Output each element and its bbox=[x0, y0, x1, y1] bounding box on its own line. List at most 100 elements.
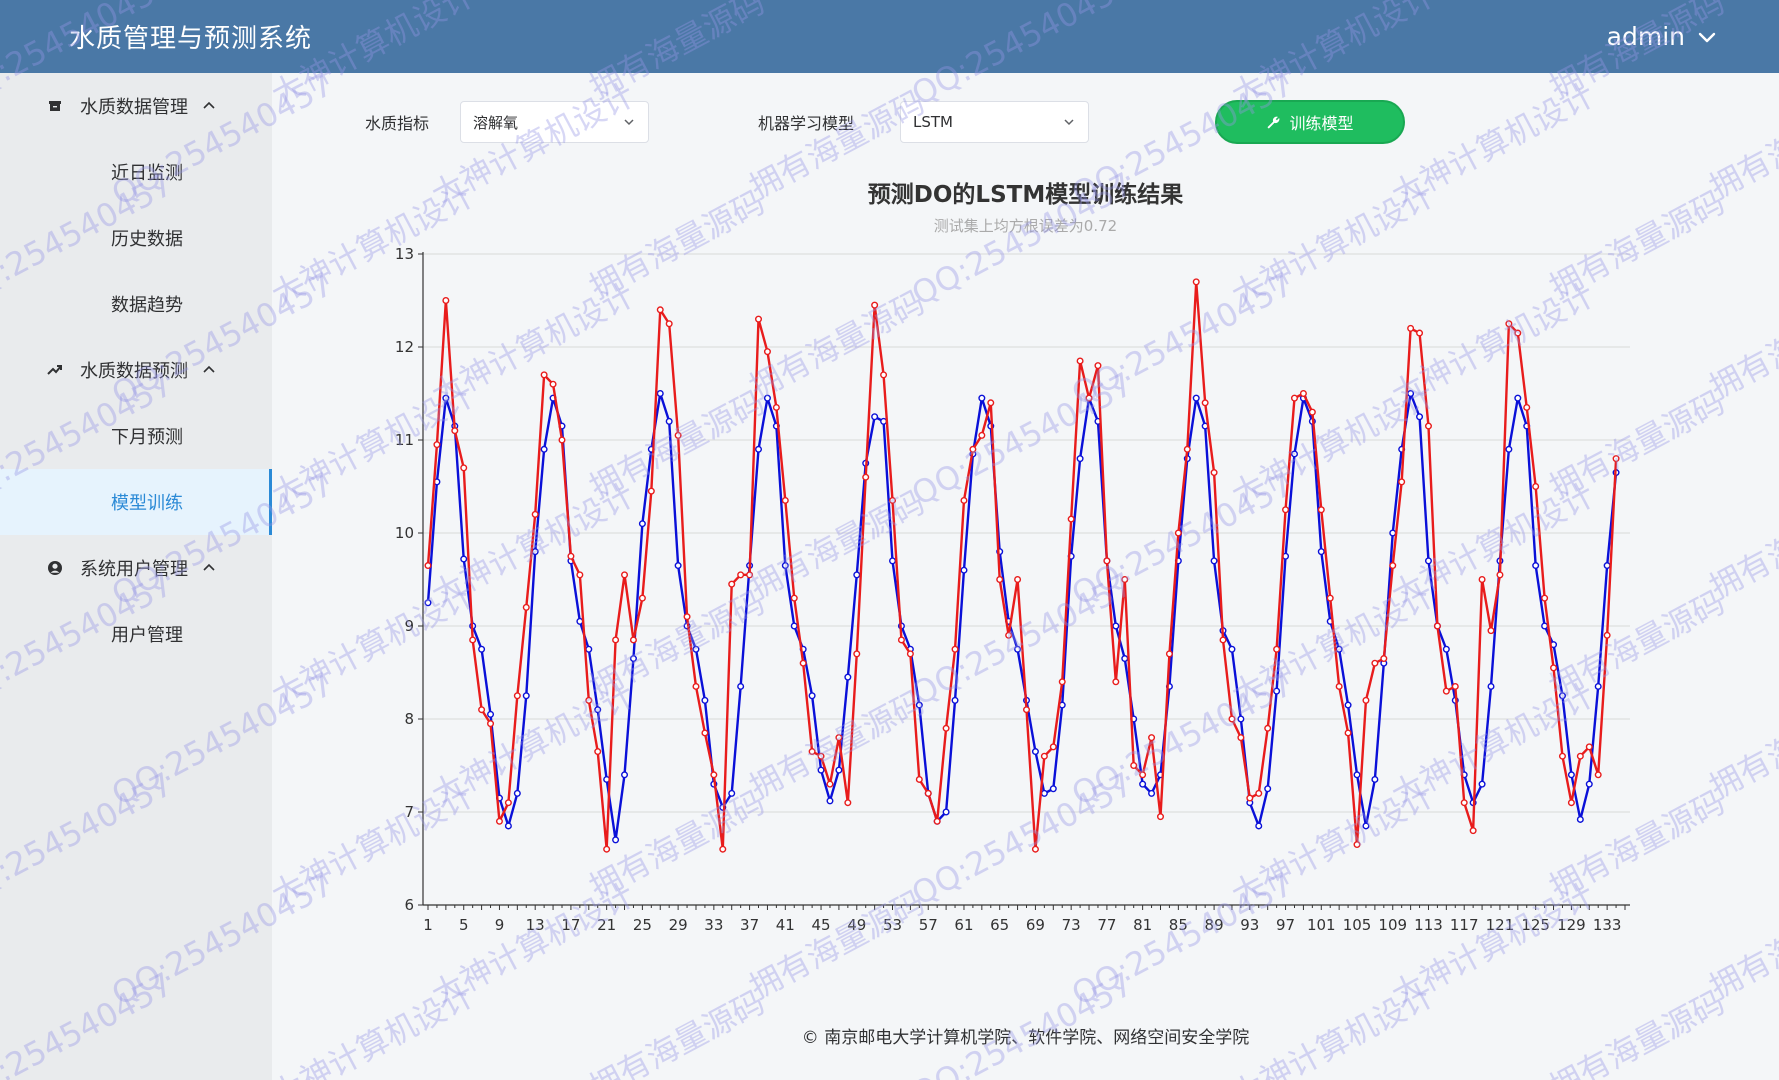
x-tick-label: 5 bbox=[459, 916, 469, 934]
y-tick-label: 6 bbox=[404, 896, 414, 914]
x-tick-label: 65 bbox=[990, 916, 1009, 934]
data-point bbox=[683, 613, 691, 621]
data-point bbox=[1014, 576, 1022, 584]
data-point bbox=[933, 817, 941, 825]
data-point bbox=[1407, 324, 1415, 332]
data-point bbox=[638, 594, 646, 602]
x-tick-label: 125 bbox=[1521, 916, 1550, 934]
data-point bbox=[656, 390, 664, 398]
chevron-up-icon bbox=[202, 363, 216, 377]
data-point bbox=[585, 645, 593, 653]
sidebar-item-users[interactable]: 用户管理 bbox=[0, 601, 272, 667]
data-point bbox=[1523, 403, 1531, 411]
archive-icon bbox=[46, 97, 64, 115]
data-point bbox=[674, 562, 682, 570]
data-point bbox=[728, 580, 736, 588]
data-point bbox=[1487, 682, 1495, 690]
data-point bbox=[1353, 841, 1361, 849]
data-point bbox=[594, 706, 602, 714]
data-point bbox=[585, 696, 593, 704]
x-tick-label: 25 bbox=[633, 916, 652, 934]
data-point bbox=[1416, 413, 1424, 421]
data-point bbox=[576, 617, 584, 625]
data-point bbox=[1290, 450, 1298, 458]
data-point bbox=[871, 301, 879, 309]
sidebar-item-recent-monitoring[interactable]: 近日监测 bbox=[0, 139, 272, 205]
data-point bbox=[960, 566, 968, 574]
sidebar-group-label: 水质数据预测 bbox=[80, 361, 188, 382]
data-point bbox=[1594, 682, 1602, 690]
data-point bbox=[978, 394, 986, 402]
data-point bbox=[1174, 529, 1182, 537]
data-point bbox=[880, 417, 888, 425]
sidebar: 水质数据管理 近日监测 历史数据 数据趋势 水质数据预测 下月预测 模型训练 系… bbox=[0, 73, 272, 1080]
data-point bbox=[897, 636, 905, 644]
data-point bbox=[1344, 701, 1352, 709]
data-point bbox=[478, 706, 486, 714]
data-point bbox=[1165, 650, 1173, 658]
x-tick-label: 45 bbox=[811, 916, 830, 934]
app-title: 水质管理与预测系统 bbox=[69, 24, 313, 54]
data-point bbox=[737, 682, 745, 690]
chevron-up-icon bbox=[202, 561, 216, 575]
data-point bbox=[1192, 394, 1200, 402]
data-point bbox=[844, 799, 852, 807]
data-point bbox=[1031, 845, 1039, 853]
data-point bbox=[924, 789, 932, 797]
sidebar-group-water-prediction[interactable]: 水质数据预测 bbox=[0, 337, 272, 403]
user-menu[interactable]: admin bbox=[1607, 22, 1717, 51]
data-point bbox=[612, 836, 620, 844]
data-point bbox=[1558, 692, 1566, 700]
data-point bbox=[504, 799, 512, 807]
x-tick-label: 9 bbox=[495, 916, 505, 934]
x-tick-label: 93 bbox=[1240, 916, 1259, 934]
data-point bbox=[692, 682, 700, 690]
data-point bbox=[1290, 394, 1298, 402]
data-point bbox=[710, 771, 718, 779]
sidebar-item-next-month-prediction[interactable]: 下月预测 bbox=[0, 403, 272, 469]
data-point bbox=[1335, 682, 1343, 690]
x-tick-label: 117 bbox=[1450, 916, 1479, 934]
data-point bbox=[1121, 576, 1129, 584]
data-point bbox=[701, 729, 709, 737]
sidebar-item-data-trend[interactable]: 数据趋势 bbox=[0, 271, 272, 337]
data-point bbox=[1424, 557, 1432, 565]
sidebar-item-model-training[interactable]: 模型训练 bbox=[0, 469, 272, 535]
data-point bbox=[1183, 445, 1191, 453]
data-point bbox=[772, 403, 780, 411]
data-point bbox=[1594, 771, 1602, 779]
data-point bbox=[513, 789, 521, 797]
data-point bbox=[549, 380, 557, 388]
data-point bbox=[826, 780, 834, 788]
y-tick-label: 13 bbox=[395, 245, 414, 263]
data-point bbox=[1371, 775, 1379, 783]
data-point bbox=[603, 845, 611, 853]
line-chart: 6789101112131 5 9 13 17 21 25 29 33 37 41 45 49 53 57 6… bbox=[395, 245, 1630, 934]
sidebar-group-user-management[interactable]: 系统用户管理 bbox=[0, 535, 272, 601]
data-point bbox=[808, 692, 816, 700]
data-point bbox=[1514, 329, 1522, 337]
trend-icon bbox=[46, 361, 64, 379]
sidebar-item-history-data[interactable]: 历史数据 bbox=[0, 205, 272, 271]
data-point bbox=[719, 845, 727, 853]
data-point bbox=[1094, 362, 1102, 370]
user-circle-icon bbox=[46, 559, 64, 577]
sidebar-group-water-data[interactable]: 水质数据管理 bbox=[0, 73, 272, 139]
x-tick-label: 1 bbox=[423, 916, 433, 934]
y-tick-label: 10 bbox=[395, 524, 414, 542]
data-point bbox=[1407, 390, 1415, 398]
sidebar-group-label: 水质数据管理 bbox=[80, 97, 188, 118]
data-point bbox=[1139, 771, 1147, 779]
data-point bbox=[880, 371, 888, 379]
data-point bbox=[835, 766, 843, 774]
sidebar-group-label: 系统用户管理 bbox=[80, 559, 188, 580]
data-point bbox=[746, 571, 754, 579]
data-point bbox=[1541, 622, 1549, 630]
y-tick-label: 8 bbox=[404, 710, 414, 728]
data-point bbox=[844, 673, 852, 681]
data-point bbox=[1246, 794, 1254, 802]
data-point bbox=[889, 496, 897, 504]
data-point bbox=[915, 775, 923, 783]
data-point bbox=[460, 555, 468, 563]
data-point bbox=[1469, 827, 1477, 835]
